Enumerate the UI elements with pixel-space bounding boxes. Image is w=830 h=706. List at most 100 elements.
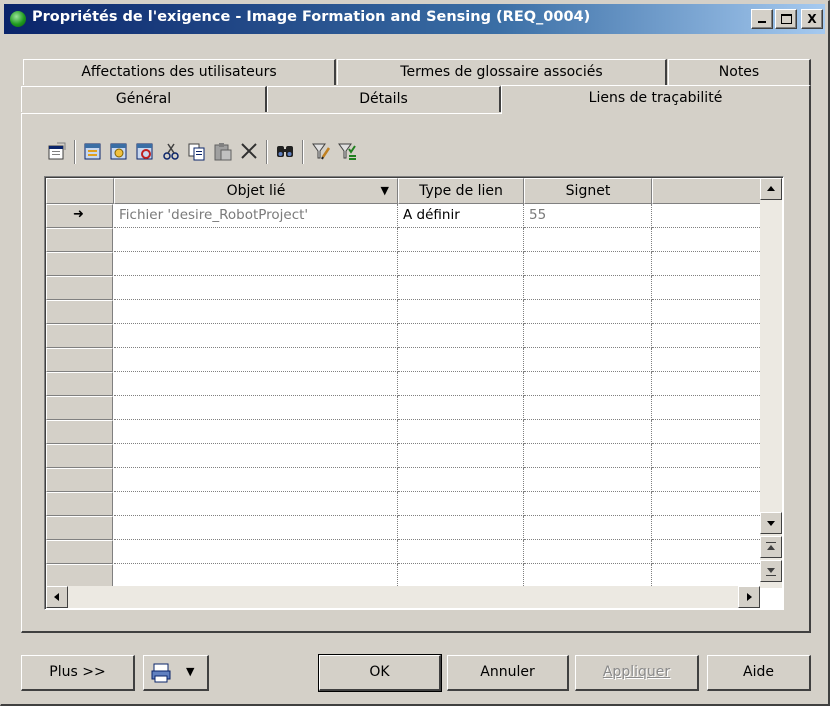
delete-icon[interactable] [238,140,260,162]
table-cell[interactable] [398,276,524,300]
table-cell[interactable] [652,420,762,444]
table-cell[interactable] [524,276,652,300]
table-cell[interactable] [114,564,398,588]
table-cell[interactable] [652,564,762,588]
add-objects-icon[interactable] [82,140,104,162]
table-cell[interactable] [398,540,524,564]
table-cell[interactable] [114,492,398,516]
row-header[interactable] [46,228,113,252]
table-cell[interactable] [652,228,762,252]
properties-icon[interactable] [46,140,68,162]
cut-icon[interactable] [160,140,182,162]
column-header-linked-object[interactable]: Objet lié ▼ [114,178,398,204]
table-cell[interactable] [524,564,652,588]
scroll-page-down-button[interactable] [760,560,782,582]
column-header-link-type[interactable]: Type de lien [398,178,524,204]
scroll-page-up-button[interactable] [760,536,782,558]
table-cell[interactable] [524,468,652,492]
table-cell[interactable] [398,468,524,492]
close-button[interactable]: X [801,9,823,29]
table-cell[interactable] [114,348,398,372]
table-cell[interactable] [398,300,524,324]
table-cell[interactable] [524,348,652,372]
table-cell[interactable] [652,348,762,372]
help-button[interactable]: Aide [707,655,811,691]
row-header[interactable] [46,444,113,468]
dropdown-arrow-icon[interactable]: ▼ [381,179,389,203]
table-cell[interactable] [524,372,652,396]
table-cell[interactable] [524,420,652,444]
row-header[interactable] [46,516,113,540]
table-cell[interactable] [652,300,762,324]
scroll-left-button[interactable] [46,586,68,608]
table-cell[interactable] [114,516,398,540]
table-cell[interactable] [398,324,524,348]
table-cell[interactable] [114,396,398,420]
table-cell[interactable] [524,228,652,252]
minimize-button[interactable] [751,9,773,29]
table-cell[interactable] [114,324,398,348]
table-cell[interactable] [114,228,398,252]
table-cell[interactable] [652,540,762,564]
tab-traceability-links[interactable]: Liens de traçabilité [501,85,811,114]
add-link-icon[interactable] [108,140,130,162]
vertical-scrollbar[interactable] [760,178,782,588]
more-button[interactable]: Plus >> [21,655,135,691]
table-cell[interactable] [524,396,652,420]
table-cell[interactable] [524,300,652,324]
table-cell[interactable]: 55 [524,204,652,228]
table-cell[interactable] [114,468,398,492]
scroll-up-button[interactable] [760,178,782,200]
scroll-down-button[interactable] [760,512,782,534]
row-header[interactable] [46,564,113,588]
paste-icon[interactable] [212,140,234,162]
table-cell[interactable] [524,324,652,348]
table-cell[interactable] [398,252,524,276]
table-cell[interactable] [114,372,398,396]
find-icon[interactable] [274,140,296,162]
row-header[interactable]: ➜ [46,204,113,228]
table-cell[interactable] [114,420,398,444]
row-header[interactable] [46,540,113,564]
row-header[interactable] [46,468,113,492]
row-header[interactable] [46,276,113,300]
maximize-button[interactable] [775,9,797,29]
column-header-bookmark[interactable]: Signet [524,178,652,204]
table-cell[interactable] [114,276,398,300]
table-cell[interactable] [652,444,762,468]
table-cell[interactable] [398,396,524,420]
table-cell[interactable] [114,540,398,564]
tab-notes[interactable]: Notes [668,59,811,85]
row-header[interactable] [46,324,113,348]
tab-glossary-terms[interactable]: Termes de glossaire associés [337,59,667,85]
title-bar[interactable]: Propriétés de l'exigence - Image Formati… [4,4,825,34]
filter-icon[interactable] [310,140,332,162]
apply-button[interactable]: Appliquer [575,655,699,691]
table-cell[interactable] [652,276,762,300]
table-cell[interactable] [652,324,762,348]
table-cell[interactable] [398,228,524,252]
row-header[interactable] [46,492,113,516]
table-cell[interactable] [652,396,762,420]
clear-filter-icon[interactable] [336,140,358,162]
tab-details[interactable]: Détails [267,86,501,112]
table-cell[interactable] [398,516,524,540]
table-cell[interactable]: A définir [398,204,524,228]
row-header[interactable] [46,348,113,372]
row-header[interactable] [46,420,113,444]
table-cell[interactable] [524,252,652,276]
table-cell[interactable] [524,540,652,564]
table-cell[interactable] [524,492,652,516]
table-cell[interactable] [114,252,398,276]
table-cell[interactable] [524,516,652,540]
table-cell[interactable] [398,564,524,588]
table-cell[interactable] [652,372,762,396]
copy-icon[interactable] [186,140,208,162]
table-cell[interactable]: Fichier 'desire_RobotProject' [114,204,398,228]
create-link-icon[interactable] [134,140,156,162]
row-header[interactable] [46,372,113,396]
table-cell[interactable] [398,348,524,372]
print-menu-button[interactable]: ▼ [143,655,209,691]
scroll-right-button[interactable] [738,586,760,608]
table-cell[interactable] [398,492,524,516]
